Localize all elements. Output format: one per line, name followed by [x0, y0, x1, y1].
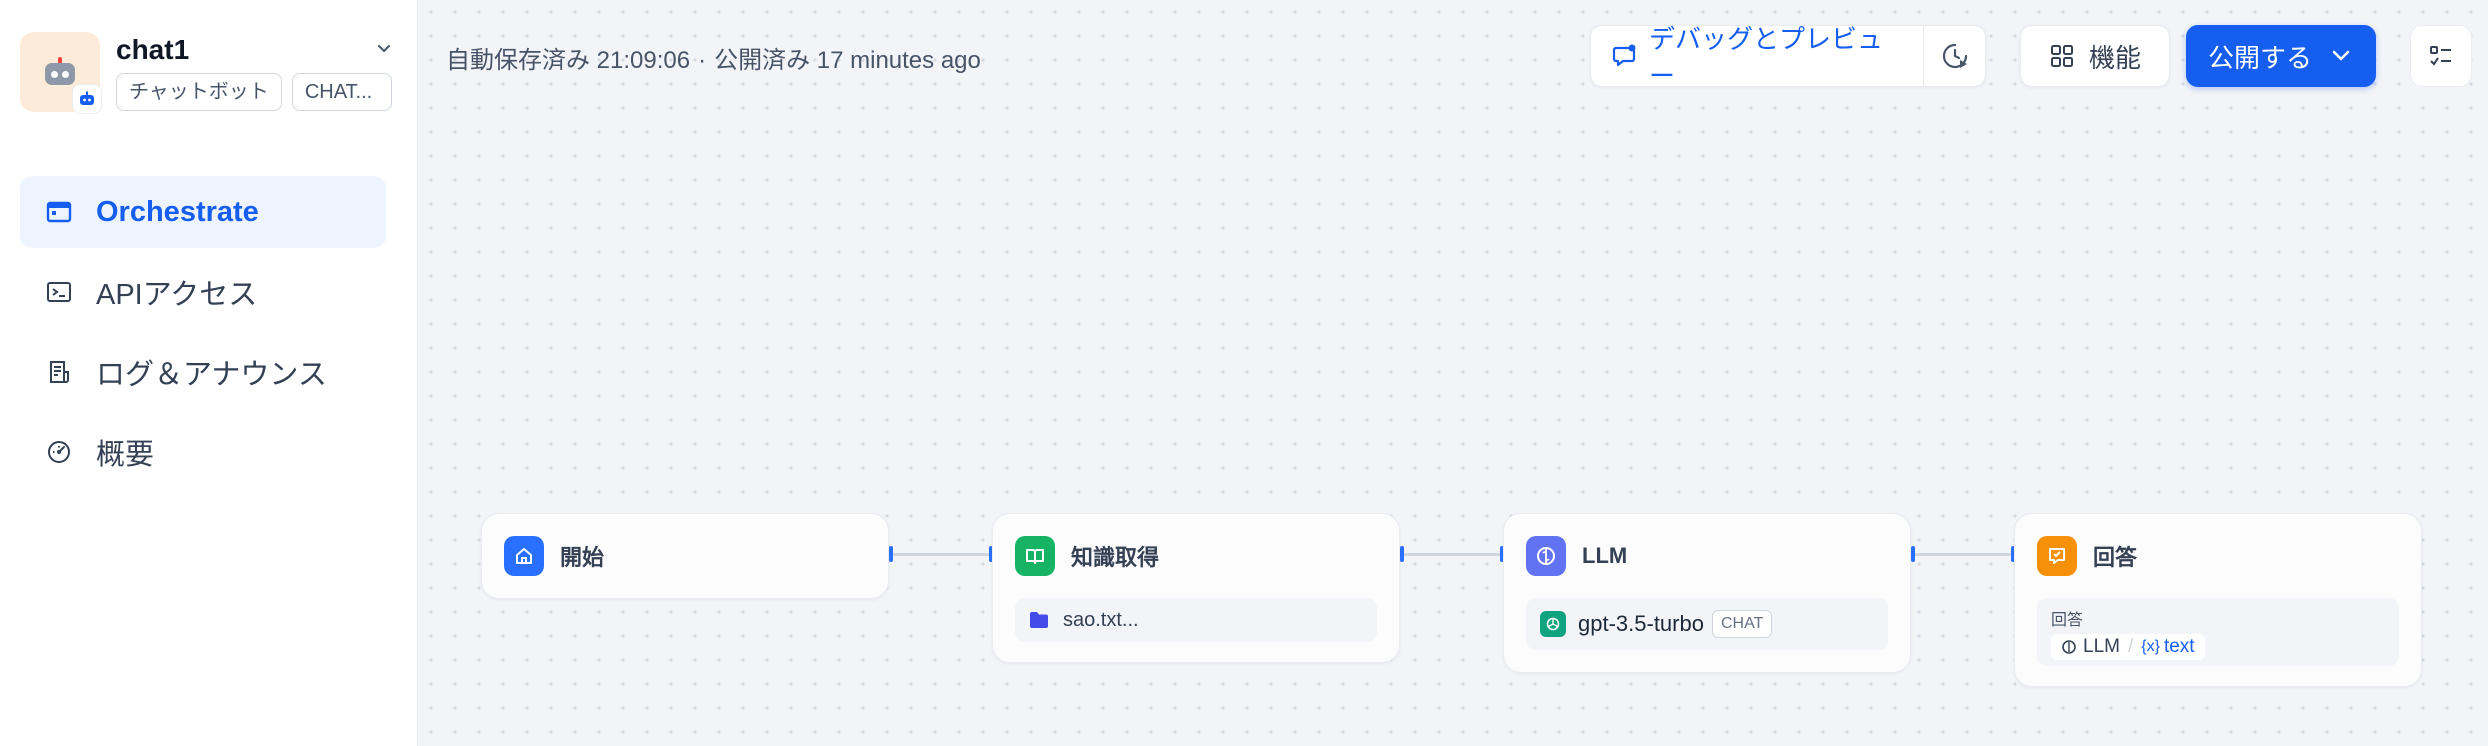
folder-icon: [1029, 611, 1049, 629]
app-header[interactable]: chat1 チャットボット CHAT...: [20, 32, 395, 116]
features-label: 機能: [2088, 42, 2141, 73]
edge-start-knowledge[interactable]: [893, 553, 991, 556]
variable-name: text: [2163, 636, 2195, 657]
run-history-button[interactable]: [1924, 26, 1985, 86]
chevron-down-icon[interactable]: [373, 38, 395, 60]
brain-icon: [1526, 536, 1566, 576]
terminal-icon: [44, 277, 74, 307]
sidebar-item-label: APIアクセス: [96, 279, 258, 311]
llm-small-icon: [2061, 639, 2077, 655]
openai-icon: [1540, 611, 1566, 637]
publish-status: 公開済み 17 minutes ago: [714, 47, 981, 74]
debug-preview-button[interactable]: デバッグとプレビュー: [1591, 24, 1923, 91]
model-name: gpt-3.5-turbo: [1578, 611, 1704, 636]
chatbot-badge-icon: [72, 84, 102, 114]
dashboard-icon: [44, 437, 74, 467]
node-title: 知識取得: [1071, 545, 1160, 570]
node-title: 開始: [560, 545, 605, 570]
dataset-name: sao.txt...: [1063, 608, 1139, 631]
book-icon: [1015, 536, 1055, 576]
log-icon: [44, 357, 74, 387]
status-separator: ·: [698, 47, 707, 74]
app-title: chat1: [116, 34, 190, 65]
variable-reference[interactable]: LLM / {x} text: [2051, 634, 2205, 660]
publish-button[interactable]: 公開する: [2186, 25, 2376, 87]
knowledge-node-output-handle[interactable]: [1400, 546, 1404, 562]
orchestrate-icon: [44, 197, 74, 227]
variable-node-name: LLM: [2083, 636, 2120, 657]
debug-toolbar: デバッグとプレビュー: [1590, 24, 1986, 91]
sidebar-item-logs[interactable]: ログ＆アナウンス: [20, 336, 386, 408]
home-icon: [504, 536, 544, 576]
node-title: 回答: [2093, 545, 2138, 570]
answer-field-label: 回答: [2051, 612, 2084, 629]
variable-x-icon: {x}: [2141, 638, 2160, 655]
app-type-tag: CHAT...: [291, 73, 392, 111]
debug-preview-label: デバッグとプレビュー: [1649, 24, 1884, 91]
llm-node[interactable]: LLM gpt-3.5-turbo CHAT: [1503, 513, 1911, 673]
checklist-icon: [2427, 42, 2455, 70]
answer-bubble-icon: [2037, 536, 2077, 576]
start-node[interactable]: 開始: [481, 513, 889, 599]
answer-field[interactable]: 回答 LLM / {x} text: [2037, 598, 2399, 666]
sidebar-item-label: ログ＆アナウンス: [96, 359, 327, 391]
chevron-down-icon: [2328, 43, 2354, 69]
knowledge-retrieval-node[interactable]: 知識取得 sao.txt...: [992, 513, 1400, 663]
clock-play-icon: [1940, 41, 1970, 71]
model-selector[interactable]: gpt-3.5-turbo CHAT: [1526, 598, 1888, 650]
start-node-output-handle[interactable]: [889, 546, 893, 562]
sidebar-item-label: 概要: [96, 439, 155, 471]
edge-llm-answer[interactable]: [1915, 553, 2013, 556]
autosave-status: 自動保存済み 21:09:06: [446, 47, 691, 74]
sidebar: chat1 チャットボット CHAT... Orchestrate APIアクセ…: [0, 0, 418, 746]
answer-node[interactable]: 回答 回答 LLM / {x} text: [2014, 513, 2422, 687]
llm-node-output-handle[interactable]: [1911, 546, 1915, 562]
sidebar-item-overview[interactable]: 概要: [20, 416, 386, 488]
features-button[interactable]: 機能: [2020, 25, 2170, 87]
model-mode-badge: CHAT: [1711, 610, 1773, 638]
app-mode-tag: チャットボット: [116, 73, 282, 111]
node-title: LLM: [1582, 543, 1628, 568]
sidebar-item-orchestrate[interactable]: Orchestrate: [20, 176, 386, 248]
dataset-item[interactable]: sao.txt...: [1015, 598, 1377, 642]
grid-icon: [2049, 43, 2075, 69]
sidebar-item-label: Orchestrate: [96, 195, 259, 228]
edge-knowledge-llm[interactable]: [1404, 553, 1502, 556]
debug-chat-icon: [1611, 42, 1639, 70]
publish-label: 公開する: [2207, 42, 2312, 73]
robot-icon: [42, 57, 78, 87]
variable-separator: /: [2127, 636, 2134, 657]
sidebar-item-api-access[interactable]: APIアクセス: [20, 256, 386, 328]
sidebar-nav: Orchestrate APIアクセス ログ＆アナウンス 概要: [20, 176, 386, 496]
checklist-button[interactable]: [2410, 25, 2472, 87]
save-status: 自動保存済み 21:09:06 · 公開済み 17 minutes ago: [446, 40, 981, 75]
